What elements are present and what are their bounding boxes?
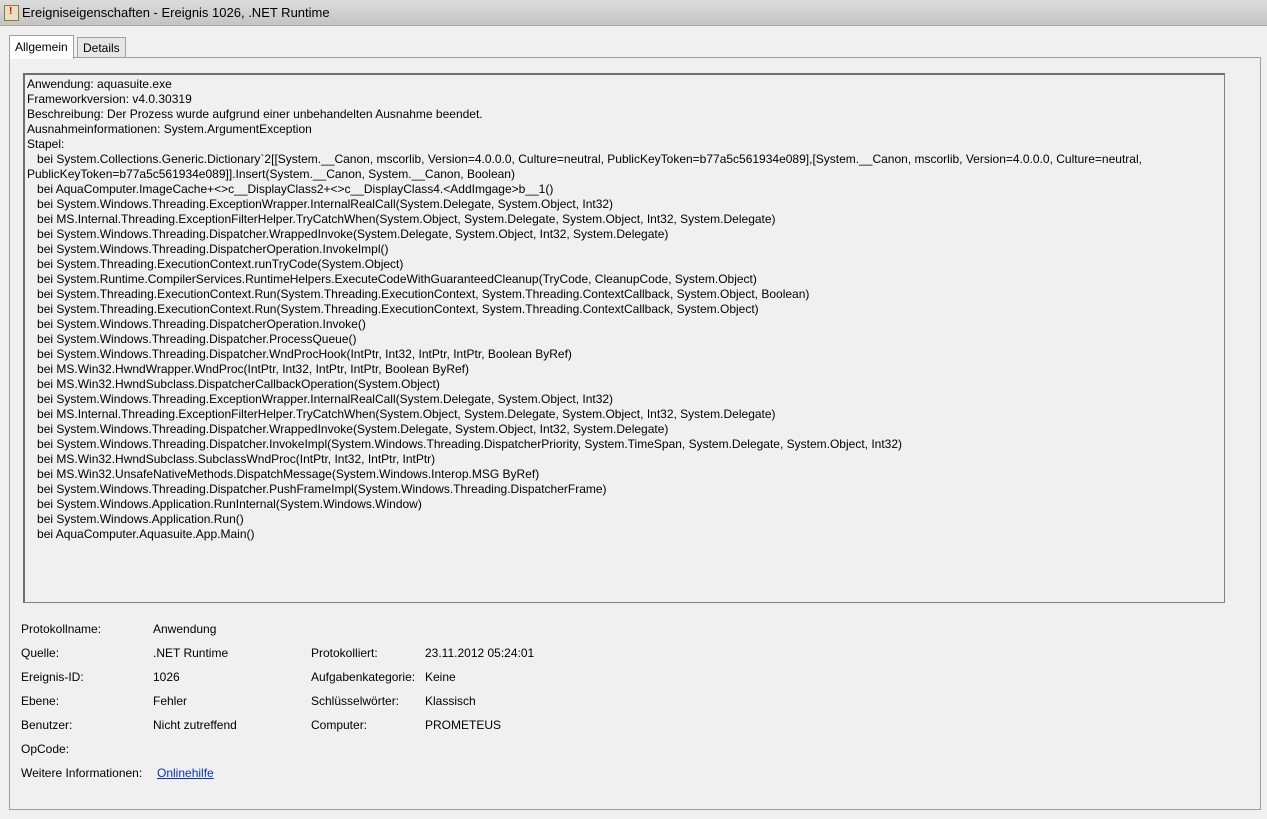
description-line: bei System.Windows.Threading.Dispatcher.… xyxy=(27,437,903,451)
description-line: bei MS.Win32.HwndSubclass.SubclassWndPro… xyxy=(27,452,436,466)
label-computer: Computer: xyxy=(311,718,368,732)
value-protokolliert: 23.11.2012 05:24:01 xyxy=(425,646,535,660)
label-ereignis-id: Ereignis-ID: xyxy=(21,670,84,684)
label-protokolliert: Protokolliert: xyxy=(311,646,378,660)
value-aufgabenkategorie: Keine xyxy=(425,670,456,684)
label-protokollname: Protokollname: xyxy=(21,622,102,636)
description-line: bei System.Windows.Application.Run() xyxy=(27,512,244,526)
title-bar: Ereigniseigenschaften - Ereignis 1026, .… xyxy=(0,0,1267,26)
value-quelle: .NET Runtime xyxy=(153,646,229,660)
description-line: bei System.Windows.Threading.DispatcherO… xyxy=(27,317,366,331)
event-viewer-icon xyxy=(4,5,19,21)
value-benutzer: Nicht zutreffend xyxy=(153,718,237,732)
label-quelle: Quelle: xyxy=(21,646,60,660)
description-line: bei MS.Win32.UnsafeNativeMethods.Dispatc… xyxy=(27,467,540,481)
event-description-textbox[interactable]: Anwendung: aquasuite.exe Frameworkversion… xyxy=(23,73,1225,603)
description-line: bei System.Windows.Application.RunIntern… xyxy=(27,497,422,511)
description-line: bei System.Windows.Threading.Dispatcher.… xyxy=(27,347,572,361)
description-line: bei AquaComputer.ImageCache+<>c__Display… xyxy=(27,182,554,196)
description-line: bei System.Windows.Threading.DispatcherO… xyxy=(27,242,389,256)
tab-allgemein[interactable]: Allgemein xyxy=(9,35,74,59)
description-line: bei System.Collections.Generic.Dictionar… xyxy=(27,152,1146,181)
label-benutzer: Benutzer: xyxy=(21,718,73,732)
description-line: Frameworkversion: v4.0.30319 xyxy=(27,92,192,106)
label-ebene: Ebene: xyxy=(21,694,60,708)
description-line: bei AquaComputer.Aquasuite.App.Main() xyxy=(27,527,255,541)
window-title: Ereigniseigenschaften - Ereignis 1026, .… xyxy=(22,5,330,20)
label-aufgabenkategorie: Aufgabenkategorie: xyxy=(311,670,416,684)
tab-details[interactable]: Details xyxy=(77,37,126,58)
description-line: Stapel: xyxy=(27,137,65,151)
description-line: Anwendung: aquasuite.exe xyxy=(27,77,172,91)
value-protokollname: Anwendung xyxy=(153,622,217,636)
description-line: bei System.Windows.Threading.ExceptionWr… xyxy=(27,392,614,406)
value-schluesselwoerter: Klassisch xyxy=(425,694,476,708)
value-ebene: Fehler xyxy=(153,694,188,708)
description-line: bei MS.Internal.Threading.ExceptionFilte… xyxy=(27,407,776,421)
description-line: bei System.Windows.Threading.ExceptionWr… xyxy=(27,197,614,211)
label-schluesselwoerter: Schlüsselwörter: xyxy=(311,694,400,708)
description-line: bei System.Windows.Threading.Dispatcher.… xyxy=(27,227,669,241)
value-computer: PROMETEUS xyxy=(425,718,502,732)
description-line: bei MS.Win32.HwndWrapper.WndProc(IntPtr,… xyxy=(27,362,469,376)
label-weitere-informationen: Weitere Informationen: xyxy=(21,766,143,780)
description-line: bei System.Windows.Threading.Dispatcher.… xyxy=(27,482,607,496)
description-line: bei System.Threading.ExecutionContext.Ru… xyxy=(27,302,759,316)
onlinehilfe-link[interactable]: Onlinehilfe xyxy=(157,766,214,780)
label-opcode: OpCode: xyxy=(21,742,70,756)
description-line: bei MS.Internal.Threading.ExceptionFilte… xyxy=(27,212,776,226)
description-line: bei System.Windows.Threading.Dispatcher.… xyxy=(27,422,669,436)
description-line: bei MS.Win32.HwndSubclass.DispatcherCall… xyxy=(27,377,440,391)
description-line: bei System.Threading.ExecutionContext.Ru… xyxy=(27,287,810,301)
description-line: bei System.Runtime.CompilerServices.Runt… xyxy=(27,272,757,286)
description-line: bei System.Windows.Threading.Dispatcher.… xyxy=(27,332,357,346)
description-line: bei System.Threading.ExecutionContext.ru… xyxy=(27,257,404,271)
value-ereignis-id: 1026 xyxy=(153,670,180,684)
description-line: Beschreibung: Der Prozess wurde aufgrund… xyxy=(27,107,483,121)
description-line: Ausnahmeinformationen: System.ArgumentEx… xyxy=(27,122,312,136)
